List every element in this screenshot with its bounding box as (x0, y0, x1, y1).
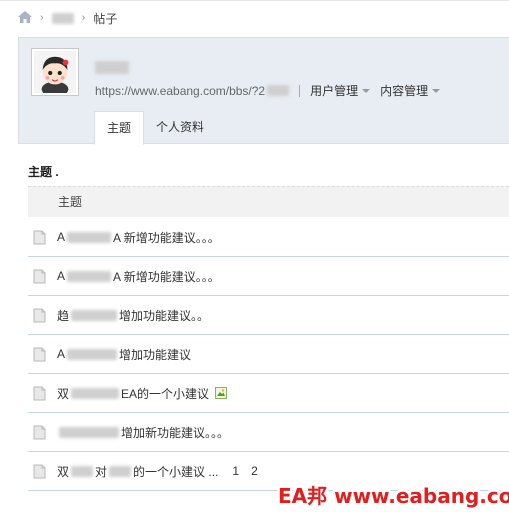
document-icon (33, 464, 46, 478)
tab-profile[interactable]: 个人资料 (144, 111, 216, 144)
topic-list: AA 新增功能建议。。。 AA 新增功能建议。。。 趋增加功能建议。。 A 增加功… (28, 218, 509, 491)
caret-down-icon (432, 88, 441, 93)
home-icon[interactable] (18, 10, 32, 26)
image-attachment-icon (215, 387, 228, 399)
top-divider (0, 0, 509, 1)
list-item: 趋增加功能建议。。 (28, 296, 509, 335)
profile-url-bar: https://www.eabang.com/bbs/?2 用户管理 内容管理 (95, 82, 441, 99)
topic-link[interactable]: 趋增加功能建议。。 (57, 307, 209, 324)
list-item: AA 新增功能建议。。。 (28, 257, 509, 296)
topic-link[interactable]: 双 EA的一个小建议 (57, 385, 209, 402)
list-item: 双 EA的一个小建议 (28, 374, 509, 413)
breadcrumb-current: 帖子 (93, 11, 118, 26)
topic-link[interactable]: AA 新增功能建议。。。 (57, 229, 220, 246)
user-manage-menu[interactable]: 用户管理 (310, 82, 371, 99)
profile-url[interactable]: https://www.eabang.com/bbs/?2 (95, 84, 265, 98)
document-icon (33, 347, 46, 361)
document-icon (33, 308, 46, 322)
list-item: 增加新功能建议。。。 (28, 413, 509, 452)
topic-link[interactable]: A 增加功能建议 (57, 346, 191, 363)
chevron-right-icon: › (81, 12, 86, 24)
document-icon (33, 269, 46, 283)
page-links: 12 (226, 464, 263, 478)
document-icon (33, 386, 46, 400)
list-header: 主题 (28, 186, 509, 217)
topic-link[interactable]: 增加新功能建议。。。 (57, 424, 229, 441)
chevron-right-icon: › (40, 12, 44, 24)
page-link[interactable]: 1 (232, 464, 239, 478)
avatar[interactable] (31, 48, 79, 96)
topic-link[interactable]: 双对的一个小建议 ... (57, 463, 218, 480)
breadcrumb: › › 帖子 (18, 8, 117, 28)
list-item: AA 新增功能建议。。。 (28, 218, 509, 257)
caret-down-icon (362, 88, 371, 93)
divider (299, 84, 301, 97)
list-item: A 增加功能建议 (28, 335, 509, 374)
document-icon (33, 230, 46, 244)
document-icon (33, 425, 46, 439)
content-manage-menu[interactable]: 内容管理 (380, 82, 441, 99)
breadcrumb-user[interactable] (51, 12, 74, 24)
username (95, 60, 129, 75)
profile-tabs: 主题 个人资料 (94, 111, 216, 145)
section-title: 主题 . (28, 165, 59, 179)
topic-link[interactable]: AA 新增功能建议。。。 (57, 268, 220, 285)
page-link[interactable]: 2 (251, 464, 258, 478)
tab-topics[interactable]: 主题 (94, 111, 145, 145)
profile-header: https://www.eabang.com/bbs/?2 用户管理 内容管理 … (18, 37, 509, 145)
watermark: EA邦 www.eabang.com (278, 484, 509, 508)
